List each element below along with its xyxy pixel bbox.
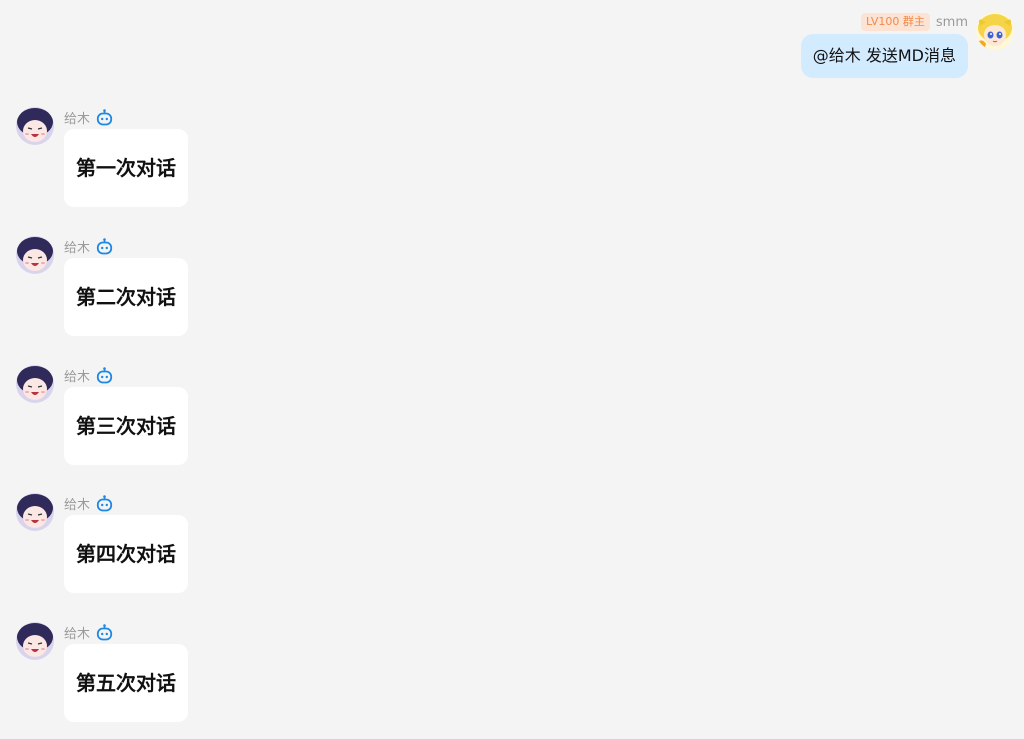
bot-message: 给木 第三次对话	[16, 365, 188, 465]
robot-icon	[96, 366, 113, 384]
bot-message-bubble[interactable]: 第四次对话	[64, 515, 188, 593]
sender-avatar[interactable]	[976, 12, 1014, 50]
bot-name[interactable]: 给木	[64, 494, 90, 513]
sender-meta: LV100 群主 smm	[860, 12, 968, 32]
bot-name[interactable]: 给木	[64, 237, 90, 256]
robot-icon	[96, 494, 113, 512]
bot-name[interactable]: 给木	[64, 366, 90, 385]
bot-message-bubble[interactable]: 第二次对话	[64, 258, 188, 336]
robot-icon	[96, 108, 113, 126]
bot-avatar[interactable]	[16, 365, 54, 403]
bot-message-body: 给木 第二次对话	[64, 236, 188, 336]
dark-haired-anime-avatar-icon	[16, 365, 54, 403]
bot-avatar[interactable]	[16, 236, 54, 274]
bot-message-body: 给木 第四次对话	[64, 493, 188, 593]
bot-message-bubble[interactable]: 第一次对话	[64, 129, 188, 207]
chat-window: LV100 群主 smm @给木 发送MD消息 给木 第一次对话 给木 第二次对…	[0, 0, 1024, 739]
bot-message-body: 给木 第三次对话	[64, 365, 188, 465]
bot-meta: 给木	[64, 493, 188, 513]
blonde-anime-avatar-icon	[976, 12, 1014, 50]
bot-avatar[interactable]	[16, 493, 54, 531]
bot-message-body: 给木 第五次对话	[64, 622, 188, 722]
bot-message: 给木 第四次对话	[16, 493, 188, 593]
bot-avatar[interactable]	[16, 107, 54, 145]
bot-avatar[interactable]	[16, 622, 54, 660]
sender-name[interactable]: smm	[936, 15, 968, 30]
bot-message-bubble[interactable]: 第五次对话	[64, 644, 188, 722]
bot-meta: 给木	[64, 622, 188, 642]
robot-icon	[96, 237, 113, 255]
dark-haired-anime-avatar-icon	[16, 622, 54, 660]
bot-message-bubble[interactable]: 第三次对话	[64, 387, 188, 465]
bot-name[interactable]: 给木	[64, 108, 90, 127]
dark-haired-anime-avatar-icon	[16, 493, 54, 531]
outgoing-message-body: LV100 群主 smm @给木 发送MD消息	[800, 12, 968, 78]
dark-haired-anime-avatar-icon	[16, 236, 54, 274]
bot-meta: 给木	[64, 236, 188, 256]
outgoing-message: LV100 群主 smm @给木 发送MD消息	[800, 12, 1014, 78]
bot-name[interactable]: 给木	[64, 623, 90, 642]
bot-message: 给木 第一次对话	[16, 107, 188, 207]
robot-icon	[96, 623, 113, 641]
bot-meta: 给木	[64, 107, 188, 127]
dark-haired-anime-avatar-icon	[16, 107, 54, 145]
bot-message: 给木 第二次对话	[16, 236, 188, 336]
bot-message-body: 给木 第一次对话	[64, 107, 188, 207]
outgoing-message-bubble[interactable]: @给木 发送MD消息	[800, 34, 968, 78]
level-role-badge: LV100 群主	[860, 13, 930, 31]
bot-message: 给木 第五次对话	[16, 622, 188, 722]
bot-meta: 给木	[64, 365, 188, 385]
